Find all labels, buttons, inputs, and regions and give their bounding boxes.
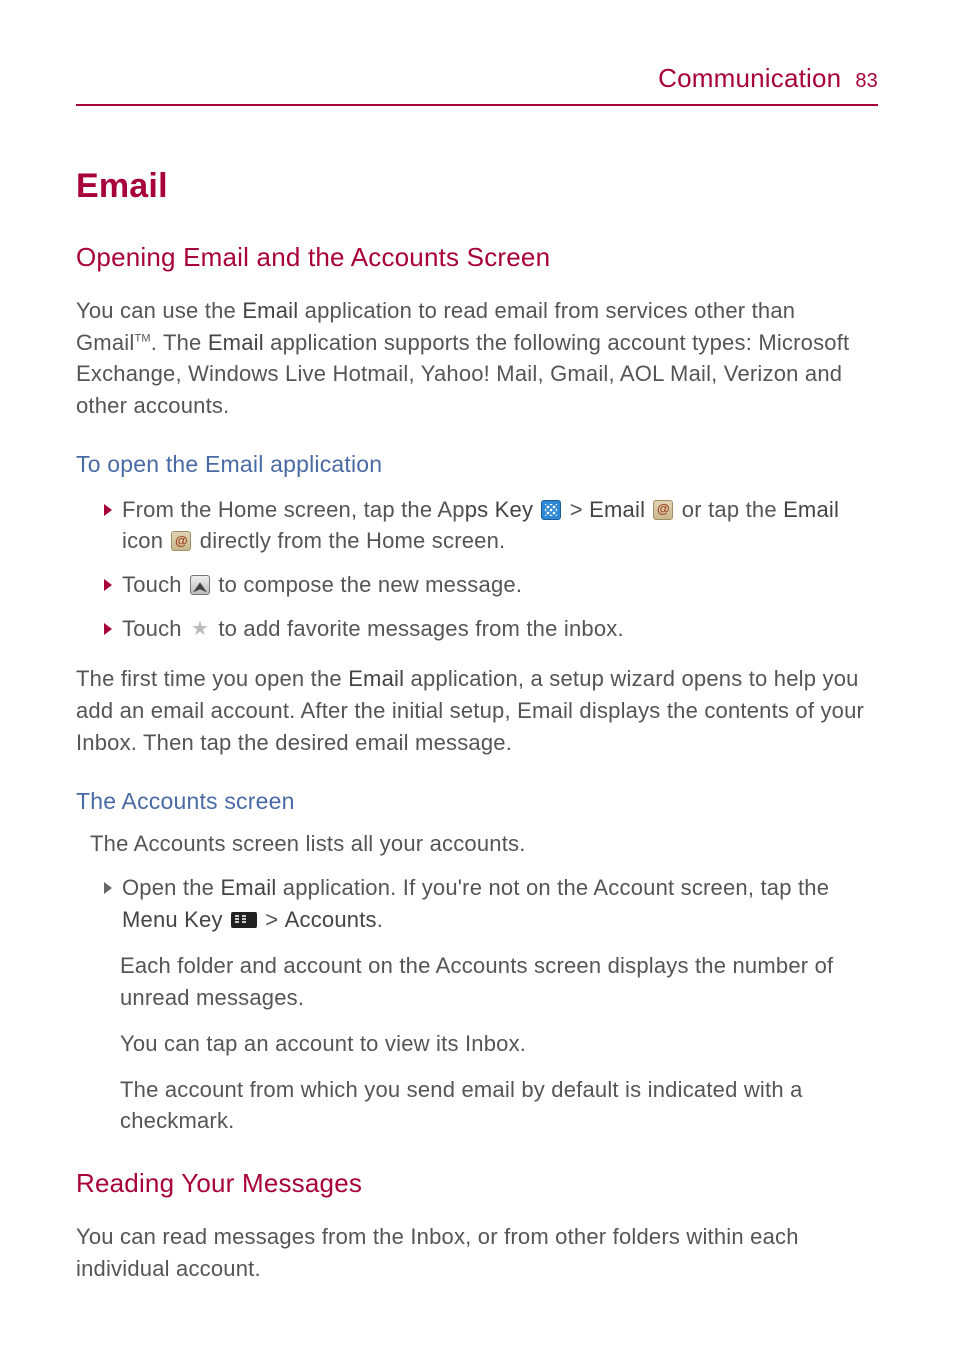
- text-bold: Email: [220, 875, 276, 900]
- accounts-intro: The Accounts screen lists all your accou…: [90, 828, 878, 860]
- text-bold: Email: [589, 497, 645, 522]
- text: directly from the Home screen.: [193, 528, 505, 553]
- bullet-text: Touch to add favorite messages from the …: [122, 613, 878, 645]
- bullet-text: Open the Email application. If you're no…: [122, 872, 878, 936]
- email-app-icon: [653, 500, 673, 520]
- bullet-icon: [104, 882, 112, 894]
- text: icon: [122, 528, 169, 553]
- text: The first time you open the: [76, 666, 348, 691]
- text: Touch: [122, 572, 188, 597]
- setup-paragraph: The first time you open the Email applic…: [76, 663, 878, 759]
- text: application. If you're not on the Accoun…: [276, 875, 829, 900]
- heading-reading-messages: Reading Your Messages: [76, 1165, 878, 1203]
- compose-icon: [190, 575, 210, 595]
- accounts-p2: You can tap an account to view its Inbox…: [120, 1028, 878, 1060]
- bullet-text: Touch to compose the new message.: [122, 569, 878, 601]
- bullet-icon: [104, 579, 112, 591]
- text: Open the: [122, 875, 220, 900]
- text-bold: Email: [242, 298, 298, 323]
- heading-open-email-app: To open the Email application: [76, 448, 878, 481]
- bullet-icon: [104, 504, 112, 516]
- intro-paragraph: You can use the Email application to rea…: [76, 295, 878, 423]
- heading-opening-email: Opening Email and the Accounts Screen: [76, 239, 878, 277]
- apps-key-icon: [541, 500, 561, 520]
- trademark-symbol: TM: [134, 332, 150, 344]
- heading-accounts-screen: The Accounts screen: [76, 785, 878, 818]
- text-bold: Email: [208, 330, 264, 355]
- bullet-item: Touch to compose the new message.: [104, 569, 878, 601]
- section-title: Communication: [658, 60, 841, 98]
- bullet-item: From the Home screen, tap the Apps Key >…: [104, 494, 878, 558]
- text: to compose the new message.: [212, 572, 522, 597]
- menu-key-icon: [231, 912, 257, 928]
- text-bold: Email: [348, 666, 404, 691]
- text: You can use the: [76, 298, 242, 323]
- page-number: 83: [855, 67, 878, 96]
- text-bold: Menu Key: [122, 907, 223, 932]
- page-header: Communication 83: [76, 60, 878, 106]
- text: From the Home screen, tap the Ap: [122, 497, 465, 522]
- text: >: [259, 907, 285, 932]
- text-bold: ps Key: [465, 497, 533, 522]
- accounts-p1: Each folder and account on the Accounts …: [120, 950, 878, 1014]
- bullet-item: Touch to add favorite messages from the …: [104, 613, 878, 645]
- text: or tap the: [675, 497, 783, 522]
- page-title: Email: [76, 162, 878, 211]
- reading-paragraph: You can read messages from the Inbox, or…: [76, 1221, 878, 1285]
- text-bold: Accounts: [285, 907, 377, 932]
- text: Touch: [122, 616, 188, 641]
- star-icon: [190, 619, 210, 639]
- bullet-item: Open the Email application. If you're no…: [104, 872, 878, 936]
- text: .: [377, 907, 383, 932]
- email-app-icon: [171, 531, 191, 551]
- bullet-text: From the Home screen, tap the Apps Key >…: [122, 494, 878, 558]
- text: . The: [151, 330, 208, 355]
- text-bold: Email: [783, 497, 839, 522]
- bullet-icon: [104, 623, 112, 635]
- accounts-p3: The account from which you send email by…: [120, 1074, 878, 1138]
- text: to add favorite messages from the inbox.: [212, 616, 624, 641]
- text: >: [563, 497, 589, 522]
